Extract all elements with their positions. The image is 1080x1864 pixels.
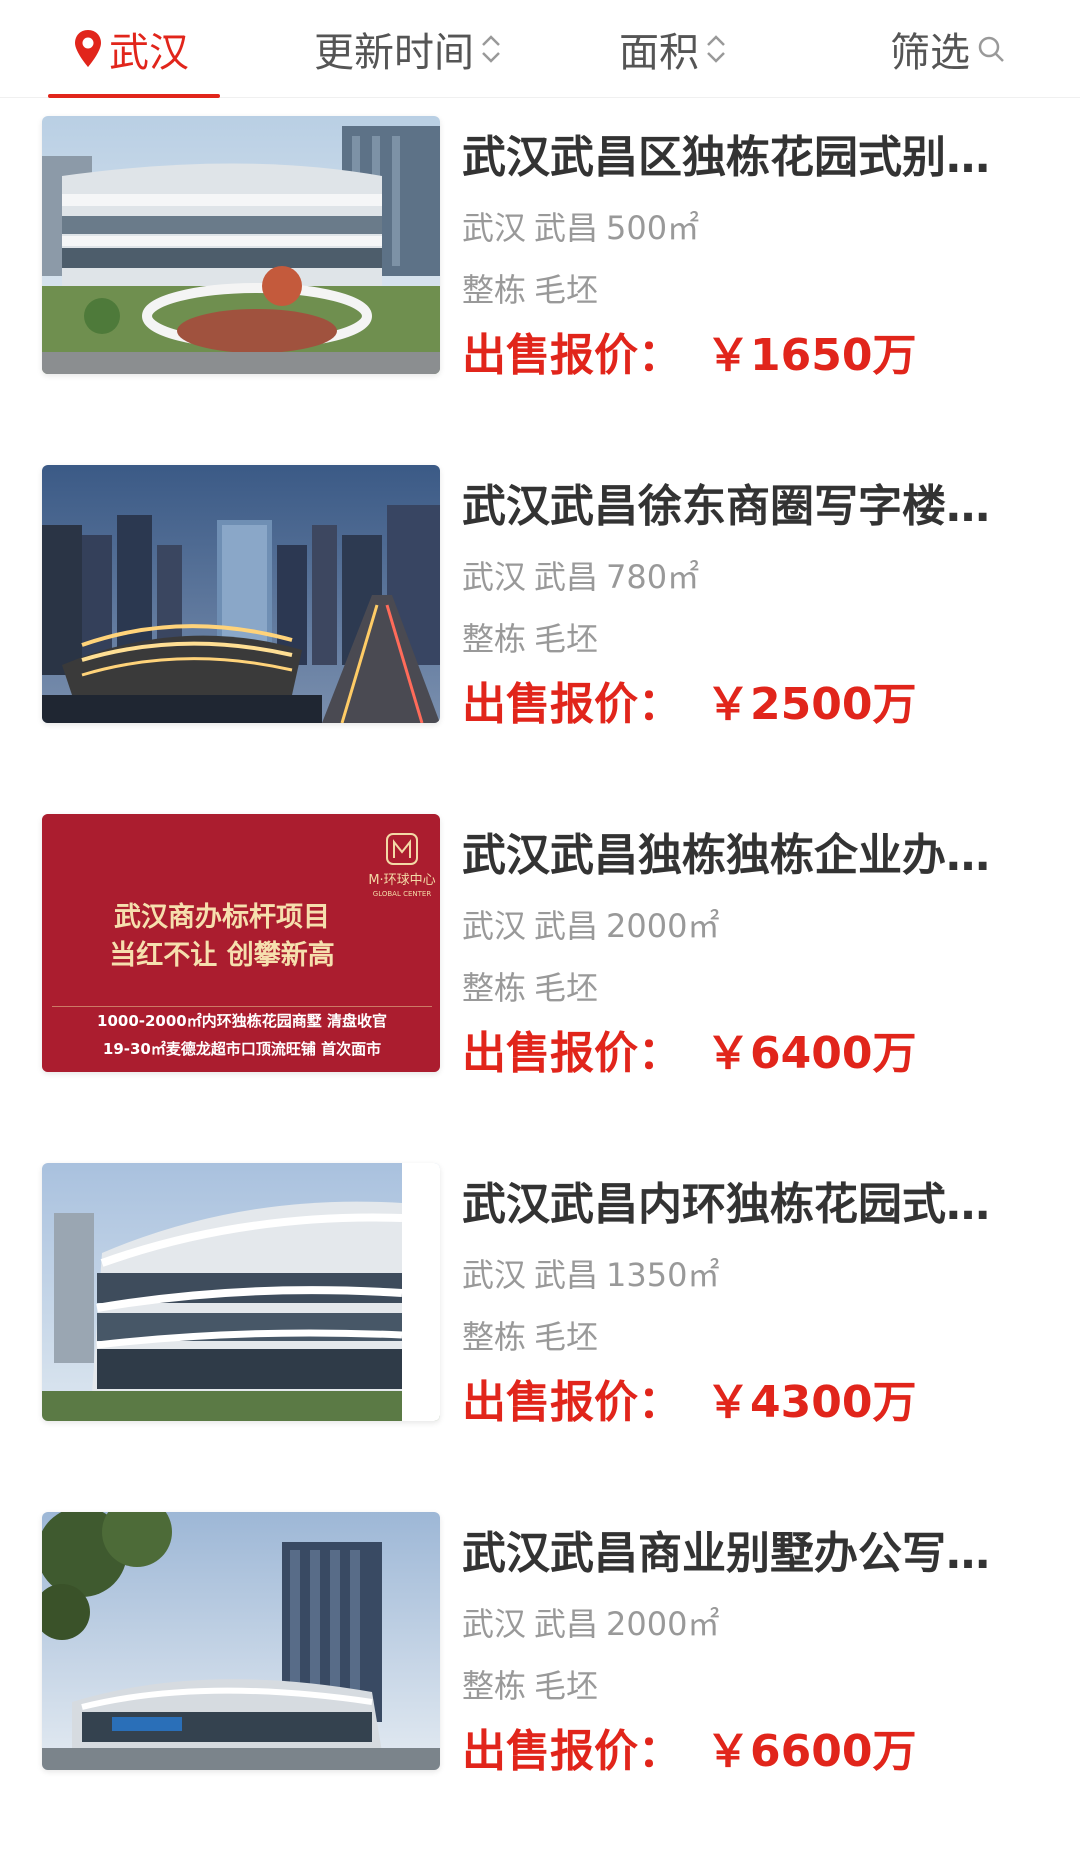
search-icon [978,36,1004,62]
listing-price: 出售报价： ￥2500万 [462,677,916,733]
listing-district: 武昌 [534,1605,599,1643]
listing-city: 武汉 [462,209,527,247]
listing-card[interactable]: 武汉武昌区独栋花园式别墅办公楼 武汉武昌500㎡ 整栋毛坯 出售报价： ￥1650… [0,98,1080,447]
listing-meta: 武汉 武昌 2000㎡ [462,1604,727,1644]
listing-district: 武昌 [534,1256,599,1294]
listing-tags: 整栋 毛坯 [462,270,606,310]
price-label: 出售报价： [462,1028,682,1079]
building-photo [42,116,440,374]
listing-thumbnail[interactable] [42,116,440,374]
listing-price: 出售报价： ￥6400万 [462,1026,916,1082]
listing-area: 1350㎡ [606,1256,720,1294]
listing-meta: 武汉 武昌 1350㎡ [462,1255,727,1295]
listing-district: 武昌 [534,907,599,945]
filter-bar: 武汉 更新时间 面积 筛选 [0,0,1080,98]
city-label: 武汉 [109,30,189,76]
listing-type: 整栋 [462,271,527,309]
price-label: 出售报价： [462,1726,682,1777]
listing-price: 出售报价： ￥4300万 [462,1375,916,1431]
building-photo [42,1163,440,1421]
promo-banner: M·环球中心 GLOBAL CENTER 武汉商办标杆项目 当红不让 创攀新高 … [42,814,440,1072]
listing-decor: 毛坯 [534,969,599,1007]
listing-title: 武汉武昌独栋独栋企业办公楼 [462,830,1002,881]
sort-area[interactable]: 面积 [590,0,750,98]
price-label: 出售报价： [462,330,682,381]
listing-price: 出售报价： ￥1650万 [462,328,916,384]
filter-button[interactable]: 筛选 [870,0,1020,98]
listing-title: 武汉武昌商业别墅办公写字楼 [462,1528,1002,1579]
location-pin-icon [75,30,101,67]
listing-tags: 整栋 毛坯 [462,619,606,659]
sort-update-label: 更新时间 [314,30,474,76]
banner-line2: 当红不让 创攀新高 [109,939,334,971]
listing-type: 整栋 [462,620,527,658]
price-label: 出售报价： [462,679,682,730]
sort-update-time[interactable]: 更新时间 [280,0,530,98]
price-label: 出售报价： [462,1377,682,1428]
listing-area: 780㎡ [606,558,700,596]
listing-meta: 武汉 武昌 500㎡ [462,208,707,248]
listing-thumbnail[interactable] [42,465,440,723]
price-value: ￥4300万 [706,1377,917,1428]
city-selector[interactable]: 武汉 [48,0,220,98]
banner-brand: M·环球中心 [368,873,435,888]
banner-line1: 武汉商办标杆项目 [114,902,330,933]
city-night-photo [42,465,440,723]
listing-tags: 整栋 毛坯 [462,1317,606,1357]
listing-price: 出售报价： ￥6600万 [462,1724,916,1780]
listing-decor: 毛坯 [534,1318,599,1356]
banner-brand-en: GLOBAL CENTER [373,890,432,898]
listing-area: 2000㎡ [606,1605,720,1643]
sort-area-label: 面积 [619,30,699,76]
listing-decor: 毛坯 [534,620,599,658]
listing-meta: 武汉 武昌 780㎡ [462,557,707,597]
listing-title: 武汉武昌区独栋花园式别墅办公楼 [462,132,1002,183]
listing-city: 武汉 [462,1605,527,1643]
sort-arrows-icon [482,35,500,63]
listing-type: 整栋 [462,1318,527,1356]
listing-city: 武汉 [462,1256,527,1294]
listing-card[interactable]: 武汉武昌内环独栋花园式别墅 武汉 武昌 1350㎡ 整栋 毛坯 出售报价： ￥4300万 [0,1145,1080,1494]
listing-area: 500㎡ [606,209,700,247]
price-value: ￥1650万 [706,330,917,381]
listing-type: 整栋 [462,969,527,1007]
listing-title: 武汉武昌内环独栋花园式别墅 [462,1179,1002,1230]
price-value: ￥6600万 [706,1726,917,1777]
listing-card[interactable]: 武汉武昌徐东商圈写字楼整栋出售 武汉武昌780㎡ 整栋毛坯 出售报价： ￥2500… [0,447,1080,796]
tower-photo [42,1512,440,1770]
listing-district: 武昌 [534,558,599,596]
listing-city: 武汉 [462,907,527,945]
listing-thumbnail[interactable] [42,1163,440,1421]
listing-decor: 毛坯 [534,271,599,309]
price-value: ￥6400万 [706,1028,917,1079]
listing-thumbnail[interactable] [42,1512,440,1770]
listing-tags: 整栋 毛坯 [462,1666,606,1706]
listing-decor: 毛坯 [534,1667,599,1705]
listing-card[interactable]: M·环球中心 GLOBAL CENTER 武汉商办标杆项目 当红不让 创攀新高 … [0,796,1080,1145]
filter-label: 筛选 [890,30,970,76]
banner-line3: 1000-2000㎡内环独栋花园商墅 清盘收官 [97,1012,387,1030]
listing-tags: 整栋 毛坯 [462,968,606,1008]
banner-line4: 19-30㎡麦德龙超市口顶流旺铺 首次面市 [103,1040,381,1058]
listing-area: 2000㎡ [606,907,720,945]
listing-district: 武昌 [534,209,599,247]
listing-city: 武汉 [462,558,527,596]
listing-meta: 武汉 武昌 2000㎡ [462,906,727,946]
listing-title: 武汉武昌徐东商圈写字楼整栋出售 [462,481,1002,532]
listing-thumbnail[interactable]: M·环球中心 GLOBAL CENTER 武汉商办标杆项目 当红不让 创攀新高 … [42,814,440,1072]
sort-arrows-icon [707,35,725,63]
listing-type: 整栋 [462,1667,527,1705]
price-value: ￥2500万 [706,679,917,730]
listing-card[interactable]: 武汉武昌商业别墅办公写字楼 武汉 武昌 2000㎡ 整栋 毛坯 出售报价： ￥6600万 [0,1494,1080,1843]
